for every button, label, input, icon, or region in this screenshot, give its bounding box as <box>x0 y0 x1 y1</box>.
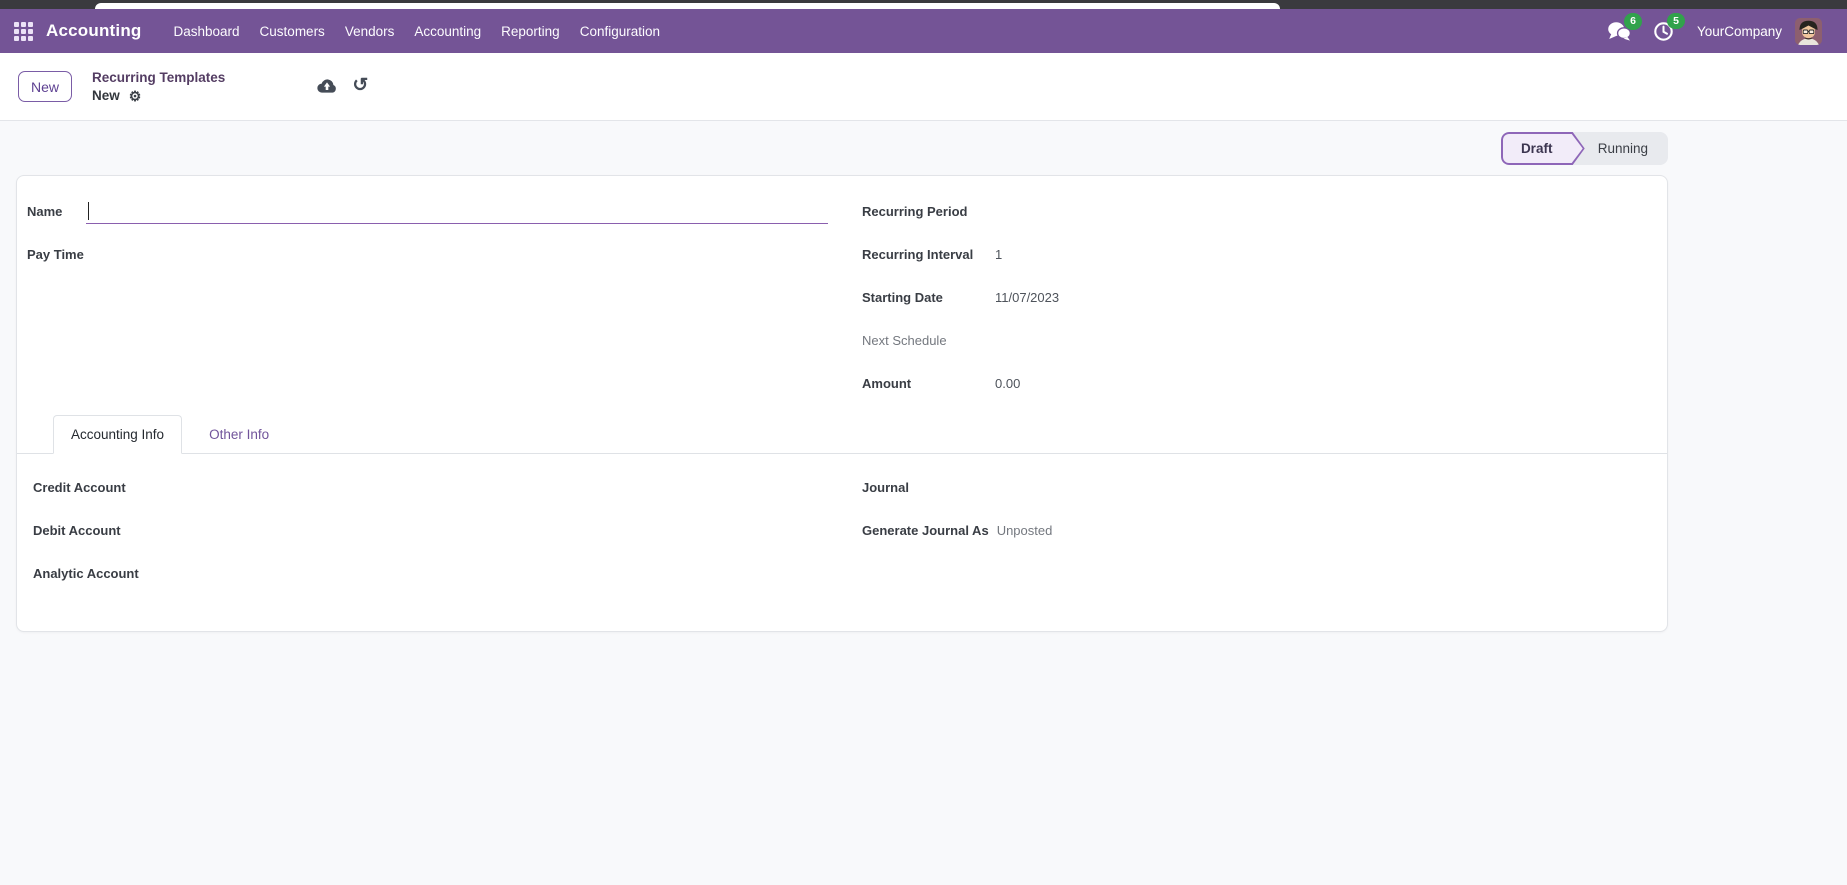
amount-value[interactable]: 0.00 <box>995 376 1020 391</box>
generate-journal-as-label: Generate Journal As <box>862 523 989 538</box>
field-row-amount: Amount 0.00 <box>862 362 1667 405</box>
avatar-image <box>1795 18 1822 45</box>
menu-dashboard[interactable]: Dashboard <box>164 24 250 39</box>
field-row-next-schedule: Next Schedule <box>862 319 1667 362</box>
menu-accounting[interactable]: Accounting <box>404 24 491 39</box>
next-schedule-label: Next Schedule <box>862 333 987 348</box>
browser-tab[interactable] <box>95 3 1280 9</box>
credit-account-field[interactable] <box>233 475 862 501</box>
main-content: Draft Running Name Pay Time <box>0 121 1847 885</box>
recurring-interval-label: Recurring Interval <box>862 247 987 262</box>
pay-time-field[interactable] <box>86 242 862 268</box>
status-running-label: Running <box>1598 141 1648 156</box>
name-input[interactable] <box>86 199 828 224</box>
menu-vendors[interactable]: Vendors <box>335 24 405 39</box>
field-row-name: Name <box>27 190 862 233</box>
breadcrumb: Recurring Templates New ⚙ <box>92 70 225 103</box>
debit-account-label: Debit Account <box>33 523 233 538</box>
control-panel: New Recurring Templates New ⚙ ↺ <box>0 53 1847 121</box>
user-avatar[interactable] <box>1795 18 1822 45</box>
menu-configuration[interactable]: Configuration <box>570 24 670 39</box>
breadcrumb-parent-link[interactable]: Recurring Templates <box>92 70 225 85</box>
messages-badge: 6 <box>1624 13 1642 30</box>
recurring-period-label: Recurring Period <box>862 204 987 219</box>
credit-account-label: Credit Account <box>33 480 233 495</box>
field-row-analytic-account: Analytic Account <box>33 552 862 595</box>
field-row-starting-date: Starting Date 11/07/2023 <box>862 276 1667 319</box>
debit-account-field[interactable] <box>233 518 862 544</box>
form-sheet: Name Pay Time Recurring Period R <box>16 175 1668 632</box>
field-row-credit-account: Credit Account <box>33 466 862 509</box>
starting-date-value[interactable]: 11/07/2023 <box>995 290 1059 305</box>
company-menu[interactable]: YourCompany <box>1697 24 1782 39</box>
notebook-tabs: Accounting Info Other Info <box>17 415 1667 454</box>
undo-icon: ↺ <box>352 75 368 96</box>
menu-reporting[interactable]: Reporting <box>491 24 570 39</box>
tab-other-info[interactable]: Other Info <box>192 415 286 453</box>
save-button[interactable] <box>317 79 337 94</box>
activities-badge: 5 <box>1667 13 1685 30</box>
cloud-upload-icon <box>317 79 337 94</box>
status-step-draft[interactable]: Draft <box>1501 132 1585 165</box>
field-row-recurring-period: Recurring Period <box>862 190 1667 233</box>
field-row-journal: Journal <box>862 466 1667 509</box>
apps-grid-icon[interactable] <box>14 22 33 41</box>
recurring-period-field[interactable] <box>995 199 1667 225</box>
field-row-recurring-interval: Recurring Interval 1 <box>862 233 1667 276</box>
browser-chrome <box>0 0 1847 9</box>
text-caret <box>88 202 89 220</box>
journal-label: Journal <box>862 480 987 495</box>
generate-journal-as-value[interactable]: Unposted <box>997 523 1053 538</box>
messages-button[interactable]: 6 <box>1596 16 1642 46</box>
breadcrumb-current: New <box>92 88 120 103</box>
menu-customers[interactable]: Customers <box>250 24 335 39</box>
discard-button[interactable]: ↺ <box>352 76 368 95</box>
gear-icon[interactable]: ⚙ <box>129 89 142 103</box>
field-row-pay-time: Pay Time <box>27 233 862 276</box>
status-draft-label: Draft <box>1501 132 1573 165</box>
tab-accounting-info[interactable]: Accounting Info <box>53 415 182 454</box>
name-label: Name <box>27 204 86 219</box>
pay-time-label: Pay Time <box>27 247 86 262</box>
field-row-generate-journal-as: Generate Journal As Unposted <box>862 509 1667 552</box>
statusbar: Draft Running <box>1501 132 1668 165</box>
status-step-running[interactable]: Running <box>1585 132 1668 165</box>
analytic-account-field[interactable] <box>233 561 862 587</box>
new-button[interactable]: New <box>18 71 72 102</box>
journal-field[interactable] <box>995 475 1667 501</box>
activities-button[interactable]: 5 <box>1642 16 1685 47</box>
starting-date-label: Starting Date <box>862 290 987 305</box>
amount-label: Amount <box>862 376 987 391</box>
app-title[interactable]: Accounting <box>46 21 142 41</box>
analytic-account-label: Analytic Account <box>33 566 233 581</box>
recurring-interval-value[interactable]: 1 <box>995 247 1002 262</box>
field-row-debit-account: Debit Account <box>33 509 862 552</box>
top-navbar: Accounting Dashboard Customers Vendors A… <box>0 9 1847 53</box>
